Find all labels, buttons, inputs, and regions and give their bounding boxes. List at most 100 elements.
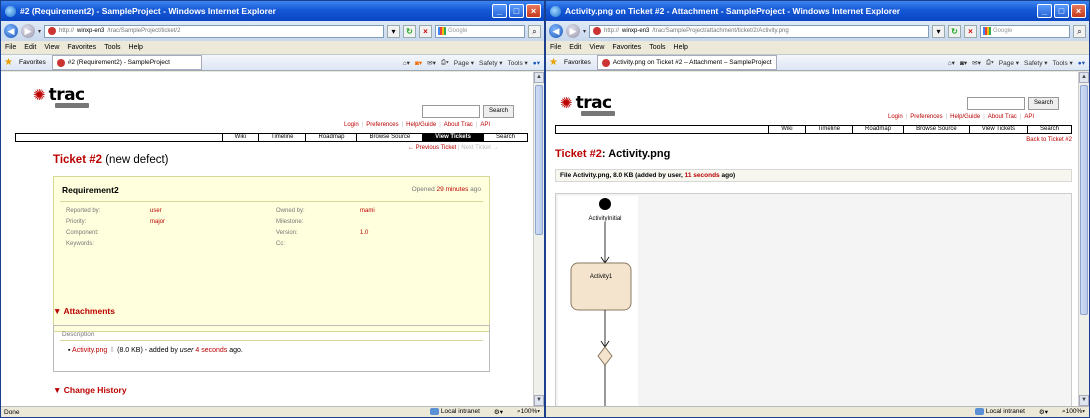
previous-ticket-link[interactable]: ← Previous Ticket <box>408 145 456 151</box>
forward-arrow-icon[interactable]: ▶ <box>566 24 580 38</box>
back-to-ticket-link[interactable]: Back to Ticket #2 <box>1026 137 1072 143</box>
page-menu[interactable]: Page ▾ <box>454 59 474 67</box>
stop-icon[interactable]: × <box>964 24 977 38</box>
api-link[interactable]: API <box>480 122 490 128</box>
print-icon[interactable]: ⎙▾ <box>441 59 449 67</box>
dropdown-icon[interactable]: ▾ <box>932 24 945 38</box>
opened-time-link[interactable]: 29 minutes <box>437 186 469 193</box>
scroll-thumb[interactable] <box>1080 85 1088 315</box>
forward-arrow-icon[interactable]: ▶ <box>21 24 35 38</box>
nav-roadmap[interactable]: Roadmap <box>852 126 904 133</box>
prop-value[interactable]: mami <box>360 208 486 214</box>
prop-value[interactable]: major <box>150 219 276 225</box>
trac-search-input[interactable] <box>967 97 1025 110</box>
about-trac-link[interactable]: About Trac <box>444 122 473 128</box>
help-icon[interactable]: ●▾ <box>1078 59 1085 67</box>
tools-menu[interactable]: Tools ▾ <box>508 59 528 67</box>
help-icon[interactable]: ●▾ <box>533 59 540 67</box>
menu-help[interactable]: Help <box>674 44 688 51</box>
safety-menu[interactable]: Safety ▾ <box>479 59 503 67</box>
back-arrow-icon[interactable]: ◀ <box>4 24 18 38</box>
trac-search-button[interactable]: Search <box>1028 97 1060 110</box>
menu-favorites[interactable]: Favorites <box>67 44 96 51</box>
download-icon[interactable]: ⇩ <box>109 347 115 354</box>
url-input[interactable]: http://winxp-en3/trac/SampleProject/atta… <box>589 24 929 38</box>
favorites-star-icon[interactable]: ★ <box>549 57 558 68</box>
nav-wiki[interactable]: Wiki <box>221 134 259 141</box>
browser-tab[interactable]: Activity.png on Ticket #2 – Attachment –… <box>596 55 777 70</box>
menu-edit[interactable]: Edit <box>569 44 581 51</box>
menu-tools[interactable]: Tools <box>104 44 120 51</box>
prop-value[interactable] <box>360 241 486 247</box>
favorites-button[interactable]: Favorites <box>19 59 46 66</box>
nav-wiki[interactable]: Wiki <box>768 126 805 133</box>
help-guide-link[interactable]: Help/Guide <box>950 114 980 120</box>
back-arrow-icon[interactable]: ◀ <box>549 24 563 38</box>
dropdown-icon[interactable]: ▾ <box>387 24 400 38</box>
feeds-icon[interactable]: ◙▾ <box>960 59 967 67</box>
page-menu[interactable]: Page ▾ <box>999 59 1019 67</box>
nav-view-tickets[interactable]: View Tickets <box>422 134 483 141</box>
about-trac-link[interactable]: About Trac <box>988 114 1017 120</box>
menu-view[interactable]: View <box>44 44 59 51</box>
menu-favorites[interactable]: Favorites <box>612 44 641 51</box>
home-icon[interactable]: ⌂▾ <box>403 59 410 67</box>
protected-mode-icon[interactable]: ⚙▾ <box>494 408 503 416</box>
vertical-scrollbar[interactable]: ▲ ▼ <box>1078 72 1089 406</box>
mail-icon[interactable]: ✉▾ <box>427 59 436 67</box>
nav-search[interactable]: Search <box>482 134 527 141</box>
title-bar[interactable]: Activity.png on Ticket #2 - Attachment -… <box>546 1 1089 21</box>
prop-value[interactable]: 1.0 <box>360 230 486 236</box>
menu-tools[interactable]: Tools <box>649 44 665 51</box>
attachment-link[interactable]: Activity.png <box>72 347 107 354</box>
menu-file[interactable]: File <box>550 44 561 51</box>
trac-search-button[interactable]: Search <box>483 105 515 118</box>
scroll-thumb[interactable] <box>535 85 543 235</box>
browser-tab[interactable]: #2 (Requirement2) - SampleProject <box>51 55 202 70</box>
menu-file[interactable]: File <box>5 44 16 51</box>
search-input[interactable]: Google <box>435 24 525 38</box>
nav-browse-source[interactable]: Browse Source <box>356 134 423 141</box>
chevron-down-icon[interactable]: ▾ <box>38 28 41 35</box>
zone-indicator[interactable]: Local intranet <box>974 408 1025 416</box>
scroll-up-icon[interactable]: ▲ <box>534 72 544 83</box>
nav-roadmap[interactable]: Roadmap <box>305 134 357 141</box>
menu-view[interactable]: View <box>589 44 604 51</box>
zone-indicator[interactable]: Local intranet <box>429 408 480 416</box>
attachment-time-link[interactable]: 4 seconds <box>195 347 227 354</box>
refresh-icon[interactable]: ↻ <box>948 24 961 38</box>
favorites-star-icon[interactable]: ★ <box>4 57 13 68</box>
search-icon[interactable]: ⌕ <box>1073 24 1086 38</box>
scroll-down-icon[interactable]: ▼ <box>1079 395 1089 406</box>
vertical-scrollbar[interactable]: ▲ ▼ <box>533 72 544 406</box>
maximize-button[interactable]: □ <box>1054 4 1069 18</box>
close-button[interactable]: × <box>1071 4 1086 18</box>
menu-edit[interactable]: Edit <box>24 44 36 51</box>
feeds-icon[interactable]: ◙▾ <box>415 59 422 67</box>
favorites-button[interactable]: Favorites <box>564 59 591 66</box>
minimize-button[interactable]: _ <box>1037 4 1052 18</box>
prop-value[interactable] <box>150 241 276 247</box>
preferences-link[interactable]: Preferences <box>366 122 398 128</box>
trac-logo[interactable]: ✺ trac <box>33 86 85 104</box>
prop-value[interactable] <box>360 219 486 225</box>
ticket-link[interactable]: Ticket #2 <box>555 148 602 160</box>
nav-browse-source[interactable]: Browse Source <box>903 126 969 133</box>
nav-timeline[interactable]: Timeline <box>258 134 306 141</box>
trac-search-input[interactable] <box>422 105 480 118</box>
search-icon[interactable]: ⌕ <box>528 24 541 38</box>
stop-icon[interactable]: × <box>419 24 432 38</box>
help-guide-link[interactable]: Help/Guide <box>406 122 436 128</box>
next-ticket-link[interactable]: Next Ticket → <box>461 145 498 151</box>
print-icon[interactable]: ⎙▾ <box>986 59 994 67</box>
refresh-icon[interactable]: ↻ <box>403 24 416 38</box>
change-history-heading[interactable]: ▼ Change History <box>53 385 127 395</box>
scroll-down-icon[interactable]: ▼ <box>534 395 544 406</box>
title-bar[interactable]: #2 (Requirement2) - SampleProject - Wind… <box>1 1 544 21</box>
safety-menu[interactable]: Safety ▾ <box>1024 59 1048 67</box>
scroll-up-icon[interactable]: ▲ <box>1079 72 1089 83</box>
tools-menu[interactable]: Tools ▾ <box>1053 59 1073 67</box>
prop-value[interactable]: user <box>150 208 276 214</box>
protected-mode-icon[interactable]: ⚙▾ <box>1039 408 1048 416</box>
chevron-down-icon[interactable]: ▾ <box>583 28 586 35</box>
